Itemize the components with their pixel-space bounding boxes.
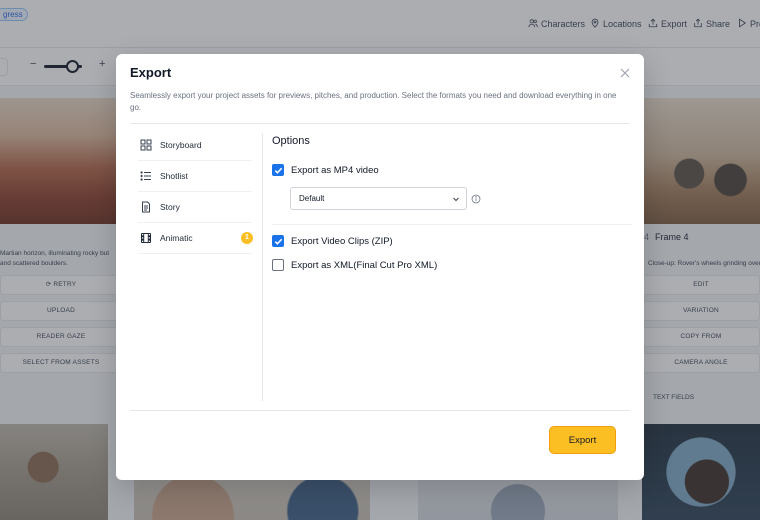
info-icon[interactable]: [471, 194, 481, 204]
divider: [130, 410, 630, 411]
quality-select-value: Default: [299, 194, 325, 203]
divider: [138, 222, 252, 223]
list-icon: [140, 170, 152, 182]
divider: [138, 253, 252, 254]
divider: [130, 123, 630, 124]
film-icon: [140, 232, 152, 244]
close-icon[interactable]: [619, 66, 631, 78]
zip-option[interactable]: Export Video Clips (ZIP): [272, 235, 393, 247]
xml-option-label: Export as XML(Final Cut Pro XML): [291, 259, 438, 271]
sidebar-item-label: Shotlist: [160, 171, 188, 181]
divider: [138, 160, 252, 161]
vertical-divider: [262, 133, 263, 401]
sidebar-item-animatic[interactable]: Animatic 1: [130, 226, 260, 250]
divider: [138, 191, 252, 192]
mp4-option[interactable]: Export as MP4 video: [272, 164, 379, 176]
sidebar-item-shotlist[interactable]: Shotlist: [130, 164, 260, 188]
document-icon: [140, 201, 152, 213]
mp4-option-label: Export as MP4 video: [291, 164, 379, 176]
modal-description: Seamlessly export your project assets fo…: [130, 91, 617, 112]
sidebar-item-storyboard[interactable]: Storyboard: [130, 133, 260, 157]
xml-option[interactable]: Export as XML(Final Cut Pro XML): [272, 259, 437, 271]
zip-option-label: Export Video Clips (ZIP): [291, 235, 393, 247]
mp4-checkbox[interactable]: [272, 164, 284, 176]
xml-checkbox[interactable]: [272, 259, 284, 271]
options-heading: Options: [272, 135, 310, 147]
check-icon: [274, 167, 282, 174]
modal-title: Export: [130, 65, 172, 80]
export-modal: Export Seamlessly export your project as…: [116, 54, 644, 480]
sidebar-item-story[interactable]: Story: [130, 195, 260, 219]
export-button[interactable]: Export: [549, 426, 616, 454]
check-icon: [274, 238, 282, 245]
chevron-down-icon: [453, 197, 459, 202]
sidebar-item-label: Storyboard: [160, 140, 202, 150]
quality-select[interactable]: Default: [290, 187, 467, 210]
count-badge: 1: [241, 232, 253, 244]
zip-checkbox[interactable]: [272, 235, 284, 247]
grid-icon: [140, 139, 152, 151]
divider: [272, 224, 632, 225]
sidebar-item-label: Animatic: [160, 233, 193, 243]
sidebar-item-label: Story: [160, 202, 180, 212]
